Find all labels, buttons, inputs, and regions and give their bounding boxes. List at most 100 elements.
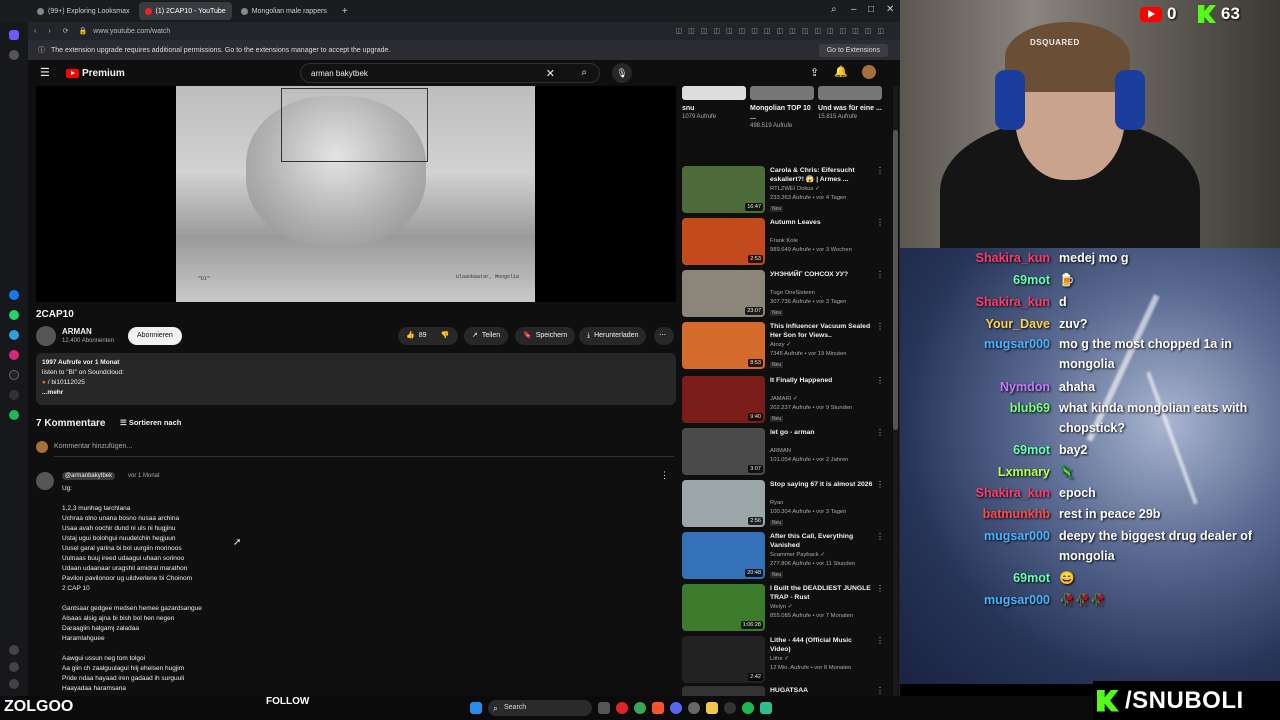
- add-comment-input[interactable]: Kommentar hinzufügen...: [54, 443, 132, 450]
- history-icon[interactable]: [9, 662, 19, 672]
- app-icon[interactable]: [760, 702, 772, 714]
- recommendation-title[interactable]: After this Call, Everything Vanished: [770, 532, 874, 550]
- comment-author[interactable]: @armanbakytbek: [62, 472, 116, 480]
- recommendation-menu-icon[interactable]: ⋮: [876, 686, 884, 695]
- opera-icon[interactable]: [616, 702, 628, 714]
- save-button[interactable]: 🔖 Speichern: [515, 327, 576, 345]
- share-button[interactable]: ↗ Teilen: [464, 327, 509, 345]
- like-button[interactable]: 👍 89 👎: [398, 327, 458, 345]
- back-icon[interactable]: ‹: [34, 28, 36, 35]
- recommendation-thumbnail[interactable]: 16:47: [682, 166, 765, 213]
- chat-username[interactable]: mugsar000: [900, 590, 1050, 610]
- comment-avatar[interactable]: [36, 472, 54, 490]
- chat-username[interactable]: 69mot: [900, 270, 1050, 290]
- recommendation-thumbnail[interactable]: 20:48: [682, 532, 765, 579]
- recommendation-title[interactable]: I Built the DEADLIEST JUNGLE TRAP - Rust: [770, 584, 874, 602]
- clear-search-icon[interactable]: ✕: [546, 67, 555, 80]
- recommendation-item[interactable]: 2:56 Stop saying 67 it is almost 2026 Ryan…: [682, 480, 886, 530]
- recommendation-channel[interactable]: Atozy ✓: [770, 342, 791, 348]
- recommendation-channel[interactable]: Frank Kole: [770, 238, 798, 244]
- recommendation-menu-icon[interactable]: ⋮: [876, 270, 884, 279]
- chat-username[interactable]: Shakira_kun: [900, 248, 1050, 268]
- new-tab-button[interactable]: +: [336, 2, 354, 20]
- notifications-icon[interactable]: 🔔: [834, 65, 848, 78]
- account-avatar[interactable]: [862, 65, 876, 79]
- youtube-logo[interactable]: Premium: [66, 68, 125, 79]
- description-box[interactable]: 1997 Aufrufe vor 1 Monat listen to "BI" …: [36, 353, 676, 405]
- more-icon[interactable]: [9, 679, 19, 689]
- recommendation-item[interactable]: 8:53 This Influencer Vacuum Sealed Her So…: [682, 322, 886, 372]
- search-tabs-icon[interactable]: ⌕: [831, 4, 837, 15]
- search-input[interactable]: arman bakytbek ✕ ⌕: [300, 63, 600, 83]
- soundcloud-link[interactable]: / bi10112025: [48, 379, 85, 386]
- chat-username[interactable]: mugsar000: [900, 334, 1050, 354]
- recommendation-channel[interactable]: Welyn ✓: [770, 604, 792, 610]
- recommendation-channel[interactable]: Scammer Payback ✓: [770, 552, 825, 558]
- whatsapp-icon[interactable]: [9, 310, 19, 320]
- recommendation-channel[interactable]: RTLZWEI Dokus ✓: [770, 186, 820, 192]
- recommendation-title[interactable]: This Influencer Vacuum Sealed Her Son fo…: [770, 322, 874, 340]
- create-icon[interactable]: ⇪: [810, 66, 819, 79]
- channel-name[interactable]: ARMAN: [62, 327, 92, 336]
- chat-username[interactable]: Your_Dave: [900, 314, 1050, 334]
- minimize-icon[interactable]: –: [851, 4, 857, 15]
- spotify-icon[interactable]: [9, 410, 19, 420]
- recommendation-item[interactable]: 3:07 let go - arman ARMAN 101.054 Aufrufe •…: [682, 428, 886, 478]
- short-item[interactable]: Mongolian TOP 10 ... 498.519 Aufrufe: [750, 86, 814, 131]
- recommendation-title[interactable]: Lithe - 444 (Official Music Video): [770, 636, 874, 654]
- recommendation-thumbnail[interactable]: 23:07: [682, 270, 765, 317]
- go-to-extensions-button[interactable]: Go to Extensions: [818, 43, 888, 57]
- chat-username[interactable]: Lxmnary: [900, 462, 1050, 482]
- recommendation-menu-icon[interactable]: ⋮: [876, 428, 884, 437]
- chrome-icon[interactable]: [634, 702, 646, 714]
- recommendation-menu-icon[interactable]: ⋮: [876, 376, 884, 385]
- recommendation-item[interactable]: 9:40 It Finally Happened JAMARI ✓ 202.237 A…: [682, 376, 886, 426]
- search-icon[interactable]: ⌕: [581, 67, 587, 78]
- telegram-icon[interactable]: [9, 330, 19, 340]
- recommendation-item[interactable]: 16:47 Carola & Chris: Eifersucht eskalier…: [682, 166, 886, 216]
- recommendation-thumbnail[interactable]: 2:56: [682, 480, 765, 527]
- subscribe-button[interactable]: Abonnieren: [128, 327, 182, 345]
- recommendation-title[interactable]: УНЭНИЙГ СОНСОХ УУ?: [770, 270, 874, 279]
- maximize-icon[interactable]: □: [868, 4, 874, 15]
- recommendation-menu-icon[interactable]: ⋮: [876, 166, 884, 175]
- short-item[interactable]: snu 1079 Aufrufe: [682, 86, 746, 122]
- scrollbar-thumb[interactable]: [893, 130, 898, 430]
- mic-icon[interactable]: 🎙: [612, 63, 632, 83]
- settings-icon[interactable]: [688, 702, 700, 714]
- recommendation-item[interactable]: 2:42 Lithe - 444 (Official Music Video) Li…: [682, 636, 886, 686]
- recommendation-menu-icon[interactable]: ⋮: [876, 584, 884, 593]
- more-actions-button[interactable]: ⋯: [654, 327, 674, 345]
- recommendation-title[interactable]: It Finally Happened: [770, 376, 874, 385]
- recommendation-thumbnail[interactable]: 2:42: [682, 636, 765, 683]
- chat-username[interactable]: Shakira_kun: [900, 483, 1050, 503]
- recommendation-title[interactable]: let go - arman: [770, 428, 874, 437]
- recommendation-thumbnail[interactable]: 2:53: [682, 218, 765, 265]
- heart-icon[interactable]: [9, 645, 19, 655]
- tab-youtube[interactable]: (1) 2CAP10 - YouTube: [138, 2, 232, 20]
- recommendation-item[interactable]: 2:53 Autumn Leaves Frank Kole 989.649 Aufru…: [682, 218, 886, 268]
- recommendation-channel[interactable]: ARMAN: [770, 448, 791, 454]
- chat-username[interactable]: batmunkhb: [900, 504, 1050, 524]
- recommendation-item[interactable]: HUGATSAA ⋮: [682, 686, 886, 696]
- recommendation-channel[interactable]: Tugo OneSixteen: [770, 290, 815, 296]
- instagram-icon[interactable]: [9, 350, 19, 360]
- channel-avatar[interactable]: [36, 326, 56, 346]
- discord-icon[interactable]: [670, 702, 682, 714]
- recommendation-title[interactable]: Autumn Leaves: [770, 218, 874, 227]
- close-window-icon[interactable]: ✕: [886, 4, 894, 15]
- recommendation-item[interactable]: 1:06:28 I Built the DEADLIEST JUNGLE TRAP…: [682, 584, 886, 634]
- description-link[interactable]: ● / bi10112025: [42, 378, 670, 388]
- recommendation-menu-icon[interactable]: ⋮: [876, 636, 884, 645]
- file-explorer-icon[interactable]: [706, 702, 718, 714]
- recommendation-channel[interactable]: Lithe ✓: [770, 656, 789, 662]
- home-icon[interactable]: [9, 30, 19, 40]
- short-item[interactable]: Und was für eine ... 15.815 Aufrufe: [818, 86, 882, 122]
- tiktok-icon[interactable]: [9, 370, 19, 380]
- recommendation-menu-icon[interactable]: ⋮: [876, 532, 884, 541]
- taskbar-search[interactable]: Search: [488, 700, 592, 716]
- show-more[interactable]: ...mehr: [42, 388, 670, 398]
- recommendation-thumbnail[interactable]: 9:40: [682, 376, 765, 423]
- chat-username[interactable]: blub69: [900, 398, 1050, 418]
- dislike-icon[interactable]: 👎: [441, 327, 450, 345]
